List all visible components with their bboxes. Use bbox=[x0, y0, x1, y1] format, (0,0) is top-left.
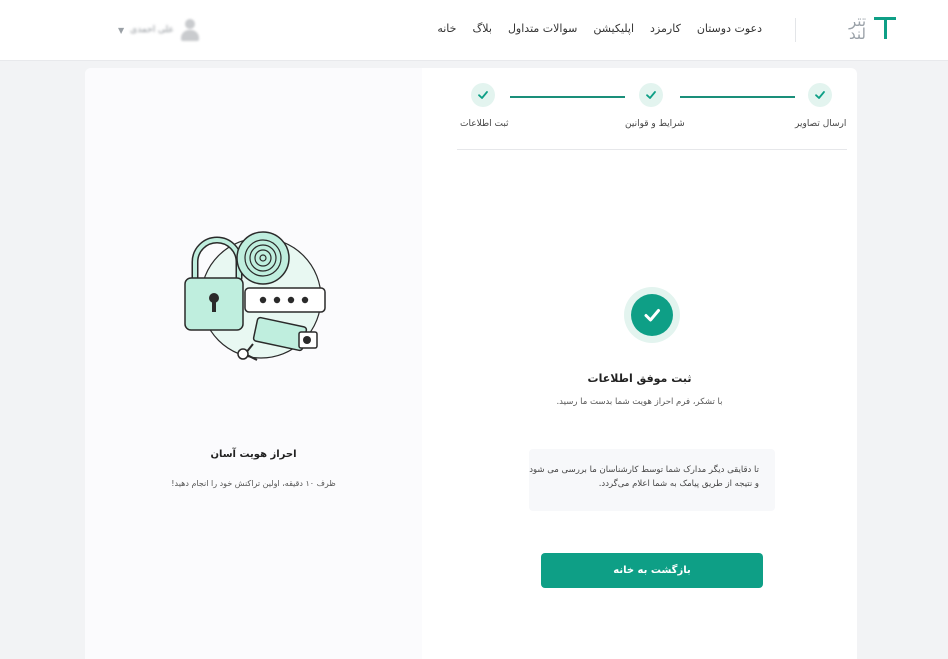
nav-home[interactable]: خانه bbox=[437, 22, 456, 35]
success-badge bbox=[624, 287, 680, 343]
nav-app[interactable]: اپلیکیشن bbox=[593, 22, 634, 35]
nav-blog[interactable]: بلاگ bbox=[472, 22, 491, 35]
step-1-label: ارسال تصاویر bbox=[795, 119, 847, 129]
main-nav: خانه بلاگ سوالات متداول اپلیکیشن کارمزد … bbox=[437, 22, 762, 35]
kyc-card: احراز هویت آسان ظرف ۱۰ دقیقه، اولین تراک… bbox=[85, 68, 857, 659]
content-panel: ارسال تصاویر شرایط و قوانین ثبت اطلاعات … bbox=[422, 68, 857, 659]
success-title: ثبت موفق اطلاعات bbox=[587, 372, 692, 385]
info-line-1: تا دقایقی دیگر مدارک شما توسط کارشناسان … bbox=[529, 465, 759, 475]
left-panel-title: احراز هویت آسان bbox=[210, 449, 297, 460]
check-icon bbox=[646, 91, 656, 99]
check-icon bbox=[815, 91, 825, 99]
nav-fees[interactable]: کارمزد bbox=[650, 22, 681, 35]
check-icon bbox=[478, 91, 488, 99]
user-menu[interactable]: ▼ علی احمدی bbox=[118, 18, 200, 42]
step-3-indicator bbox=[471, 83, 495, 107]
logo-text: تتر لند bbox=[849, 12, 866, 43]
nav-faq[interactable]: سوالات متداول bbox=[508, 22, 577, 35]
nav-invite-friends[interactable]: دعوت دوستان bbox=[697, 22, 762, 35]
step-1-indicator bbox=[808, 83, 832, 107]
step-2-label: شرایط و قوانین bbox=[625, 119, 685, 129]
left-panel-subtitle: ظرف ۱۰ دقیقه، اولین تراکنش خود را انجام … bbox=[171, 479, 336, 488]
step-2-indicator bbox=[639, 83, 663, 107]
user-name: علی احمدی bbox=[130, 25, 174, 35]
step-connector bbox=[510, 96, 625, 98]
success-subtitle: با تشکر، فرم احراز هویت شما بدست ما رسید… bbox=[556, 397, 723, 407]
check-circle-icon bbox=[631, 294, 673, 336]
logo-mark-icon bbox=[874, 14, 896, 42]
back-to-home-button[interactable]: بازگشت به خانه bbox=[541, 553, 763, 588]
header-divider bbox=[795, 18, 796, 42]
stepper-divider bbox=[457, 149, 847, 150]
security-illustration bbox=[184, 231, 326, 361]
step-3-label: ثبت اطلاعات bbox=[460, 119, 509, 129]
avatar bbox=[180, 18, 200, 42]
top-header: تتر لند خانه بلاگ سوالات متداول اپلیکیشن… bbox=[0, 0, 948, 61]
chevron-down-icon: ▼ bbox=[118, 25, 125, 35]
info-line-2: و نتیجه از طریق پیامک به شما اعلام می‌گر… bbox=[598, 479, 759, 489]
logo[interactable]: تتر لند bbox=[830, 14, 896, 42]
review-info-box: تا دقایقی دیگر مدارک شما توسط کارشناسان … bbox=[529, 449, 775, 511]
step-connector bbox=[680, 96, 795, 98]
illustration-panel: احراز هویت آسان ظرف ۱۰ دقیقه، اولین تراک… bbox=[85, 68, 422, 659]
